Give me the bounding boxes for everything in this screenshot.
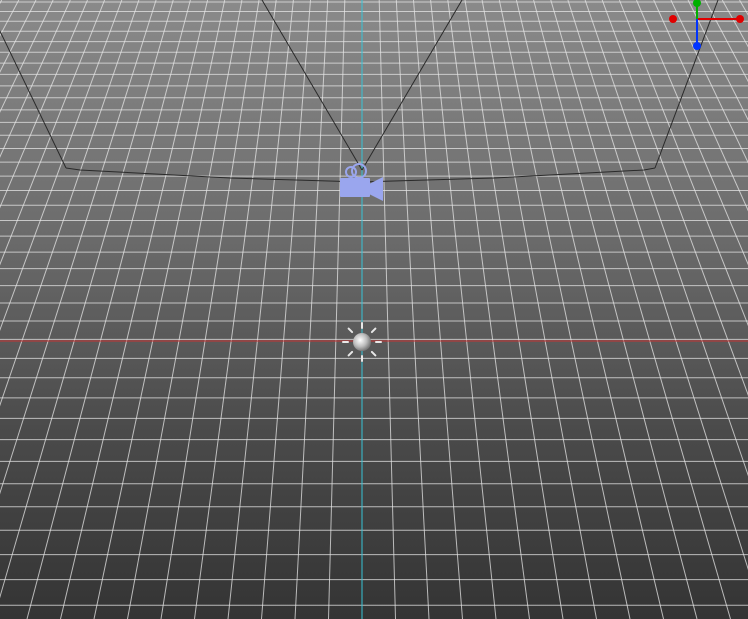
grid-converging-lines xyxy=(0,0,748,619)
gizmo-x-positive xyxy=(736,15,744,23)
3d-viewport[interactable] xyxy=(0,0,748,619)
grid-horizontal-lines xyxy=(0,1,748,606)
sun-light-icon[interactable] xyxy=(342,322,382,362)
gizmo-x-negative xyxy=(669,15,677,23)
gizmo-z-positive xyxy=(693,42,701,50)
ground-grid xyxy=(0,0,748,619)
